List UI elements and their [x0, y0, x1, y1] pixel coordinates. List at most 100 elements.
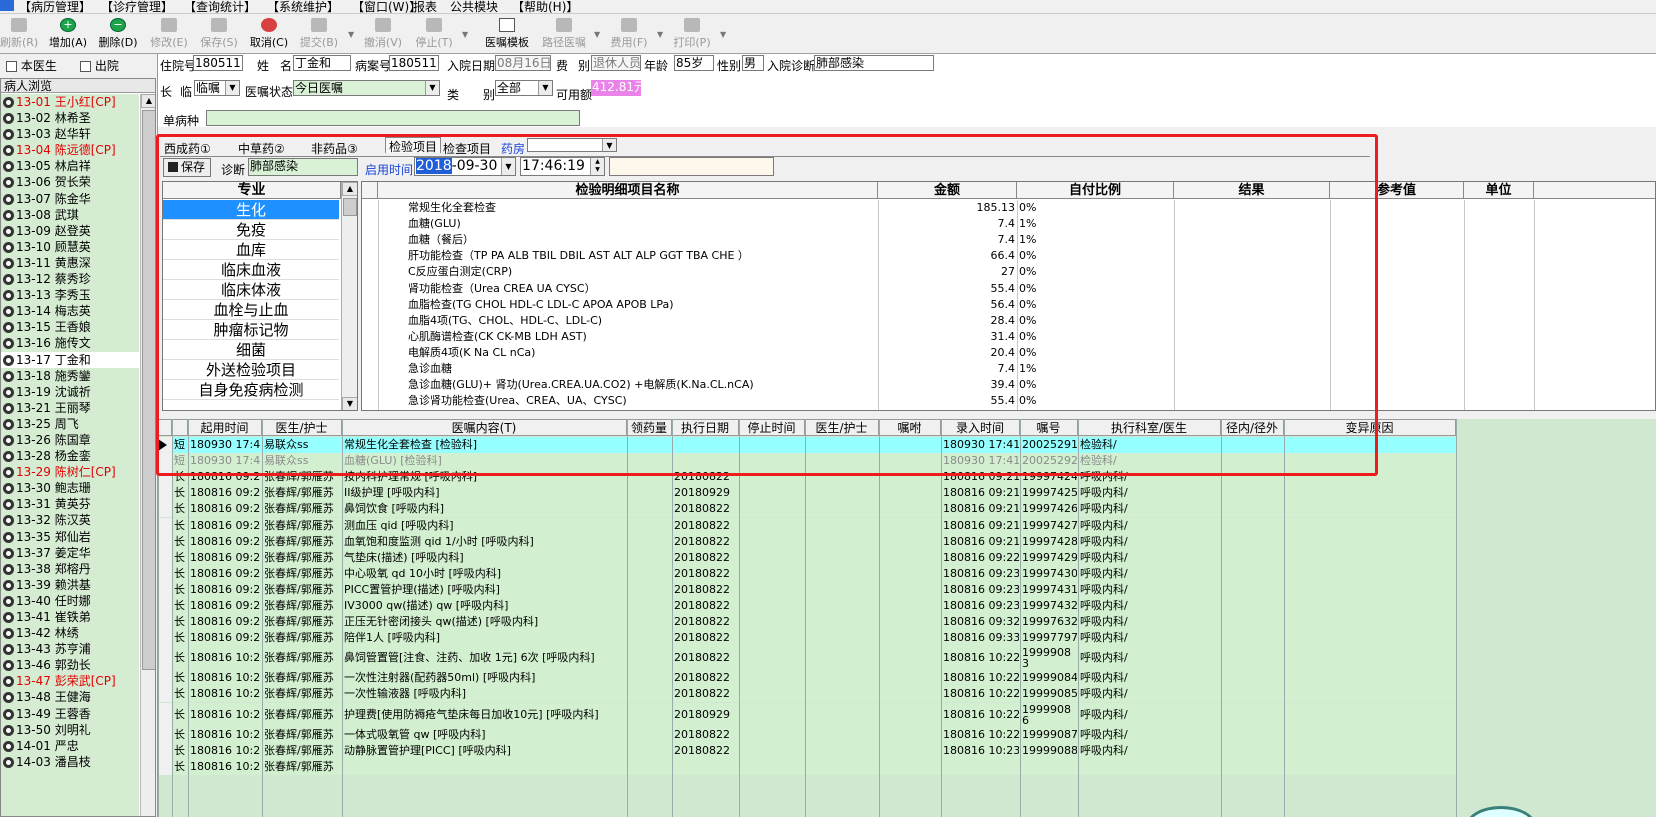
patient-list-item[interactable]: 13-35 郑仙岩: [1, 529, 139, 545]
menu-help[interactable]: 【帮助(H)】: [512, 0, 578, 13]
patient-list-item[interactable]: 13-19 沈诚祈: [1, 384, 139, 400]
patient-list-item[interactable]: 13-14 梅志英: [1, 303, 139, 319]
age-field[interactable]: 85岁: [674, 55, 714, 71]
patient-list-item[interactable]: 13-30 鲍志珊: [1, 480, 139, 496]
cancel-button[interactable]: 取消(C): [247, 15, 291, 52]
print-button[interactable]: 打印(P): [670, 15, 714, 52]
patient-list-item[interactable]: 13-17 丁金和: [1, 351, 139, 368]
fee-type-field[interactable]: 退休人员: [591, 55, 641, 71]
order-row[interactable]: 长 180816 09:20 张春辉/郭雁苏 鼻饲饮食 [呼吸内科] 20180822 1…: [158, 501, 1456, 518]
edit-button[interactable]: 修改(E): [147, 15, 191, 52]
patient-list-item[interactable]: 13-32 陈汉英: [1, 512, 139, 528]
order-row[interactable]: 长 180816 10:22 张春辉/郭雁苏 一体式吸氧管 qw [呼吸内科] 2018…: [158, 726, 1456, 743]
admit-date-field[interactable]: 08月16日: [495, 55, 551, 71]
patient-list-item[interactable]: 13-40 任时娜: [1, 593, 139, 609]
admission-no-field[interactable]: 1805111: [193, 55, 243, 71]
patient-list-item[interactable]: 13-13 李秀玉: [1, 287, 139, 303]
menu-treatment[interactable]: 【诊疗管理】: [101, 0, 173, 13]
patient-list-item[interactable]: 13-06 贺长荣: [1, 174, 139, 190]
patient-list-item[interactable]: 14-01 严忠: [1, 738, 139, 754]
order-row[interactable]: 长 180816 09:20 张春辉/郭雁苏 中心吸氧 qd 10小时 [呼吸内科] 2…: [158, 565, 1456, 582]
patient-list-item[interactable]: 13-43 苏亨浦: [1, 641, 139, 657]
chevron-down-icon[interactable]: ▼: [720, 30, 726, 39]
patient-list-item[interactable]: 13-25 周飞: [1, 416, 139, 432]
order-row[interactable]: 长 180816 09:20 张春辉/郭雁苏 血氧饱和度监测 qid 1/小时 [呼吸…: [158, 533, 1456, 550]
patient-list-item[interactable]: 13-04 陈远德[CP]: [1, 142, 139, 158]
patient-list-item[interactable]: 13-10 顾慧英: [1, 239, 139, 255]
menu-report[interactable]: 报表: [413, 0, 437, 13]
stop-button[interactable]: 停止(T): [412, 15, 456, 52]
patient-list-item[interactable]: 13-11 黄惠深: [1, 255, 139, 271]
menu-case[interactable]: 【病历管理】: [19, 0, 91, 13]
refresh-button[interactable]: 刷新(R): [0, 15, 38, 52]
patient-list-item[interactable]: 13-50 刘明礼: [1, 722, 139, 738]
order-row[interactable]: 长 180816 09:20 张春辉/郭雁苏 气垫床(描述) [呼吸内科] 201808…: [158, 549, 1456, 566]
patient-list-item[interactable]: 13-39 赖洪基: [1, 577, 139, 593]
patient-list-item[interactable]: 13-18 施秀鑾: [1, 368, 139, 384]
chevron-down-icon[interactable]: ▼: [425, 81, 439, 95]
order-row[interactable]: 长 180816 09:20 张春辉/郭雁苏 PICC置管护理(描述) [呼吸内科] 2…: [158, 581, 1456, 598]
order-row[interactable]: 长 180816 10:22 张春辉/郭雁苏 护理费[使用防褥疮气垫床每日加收10元]…: [158, 702, 1456, 727]
my-doctor-checkbox[interactable]: 本医生: [6, 57, 57, 74]
fee-button[interactable]: 费用(F): [607, 15, 651, 52]
order-row[interactable]: 长 180816 09:20 张春辉/郭雁苏 测血压 qid [呼吸内科] 201808…: [158, 517, 1456, 534]
patient-list-item[interactable]: 13-21 王丽琴: [1, 400, 139, 416]
patient-list-item[interactable]: 13-05 林启祥: [1, 158, 139, 174]
patient-list-item[interactable]: 13-29 陈树仁[CP]: [1, 464, 139, 480]
revoke-button[interactable]: 撤消(V): [361, 15, 405, 52]
order-row[interactable]: 长 180816 10:22 张春辉/郭雁苏 一次性输液器 [呼吸内科] 2018082…: [158, 686, 1456, 703]
menu-system[interactable]: 【系统维护】: [267, 0, 339, 13]
patient-list-item[interactable]: 13-37 姜定华: [1, 545, 139, 561]
single-disease-field[interactable]: [206, 110, 580, 126]
order-row[interactable]: 长 180816 10:22 张春辉/郭雁苏 一次性注射器(配药器50ml) [呼吸内…: [158, 670, 1456, 687]
patient-list-item[interactable]: 13-26 陈国章: [1, 432, 139, 448]
patient-list-item[interactable]: 13-09 赵登英: [1, 223, 139, 239]
order-row[interactable]: 长 180816 09:20 张春辉/郭雁苏 陪伴1人 [呼吸内科] 20180822 1…: [158, 630, 1456, 647]
patient-list-item[interactable]: 14-03 潘昌枝: [1, 754, 139, 770]
scroll-thumb[interactable]: [142, 110, 155, 670]
save-button[interactable]: 保存(S): [197, 15, 241, 52]
patient-list-item[interactable]: 13-41 崔铁弟: [1, 609, 139, 625]
record-no-field[interactable]: 1805111: [389, 55, 439, 71]
patient-name-field[interactable]: 丁金和: [293, 55, 351, 71]
order-row[interactable]: 长 180816 10:22 张春辉/郭雁苏 鼻饲管置管[注食、注药、加收 1元] 6…: [158, 646, 1456, 671]
menu-window[interactable]: 【窗口(W)】: [352, 0, 421, 13]
menu-public[interactable]: 公共模块: [450, 0, 498, 13]
chevron-down-icon[interactable]: ▼: [538, 81, 552, 95]
submit-button[interactable]: 提交(B): [297, 15, 341, 52]
patient-list-item[interactable]: 13-42 林绣: [1, 625, 139, 641]
sex-field[interactable]: 男: [742, 55, 764, 71]
order-row[interactable]: 长 180816 09:20 张春辉/郭雁苏 II级护理 [呼吸内科] 20180929…: [158, 485, 1456, 502]
delete-button[interactable]: − 删除(D): [95, 15, 141, 52]
path-order-button[interactable]: 路径医嘱: [537, 15, 591, 52]
order-template-button[interactable]: 医嘱模板: [480, 15, 534, 52]
discharged-checkbox[interactable]: 出院: [80, 57, 119, 74]
scroll-up-icon[interactable]: ▲: [141, 94, 155, 108]
patient-list-item[interactable]: 13-48 王健海: [1, 689, 139, 705]
order-status-select[interactable]: 今日医嘱 ▼: [293, 80, 440, 96]
patient-list-item[interactable]: 13-38 郑榕丹: [1, 561, 139, 577]
order-row[interactable]: 长 180816 10:22 张春辉/郭雁苏: [158, 758, 1456, 775]
patient-list-item[interactable]: 13-16 施传文: [1, 335, 139, 351]
chevron-down-icon[interactable]: ▼: [348, 30, 354, 39]
chevron-down-icon[interactable]: ▼: [594, 30, 600, 39]
patient-list-item[interactable]: 13-08 武琪: [1, 207, 139, 223]
patient-list-item[interactable]: 13-47 彭荣武[CP]: [1, 673, 139, 689]
menu-query[interactable]: 【查询统计】: [184, 0, 256, 13]
patient-list-item[interactable]: 13-31 黄英芬: [1, 496, 139, 512]
admission-diagnosis-field[interactable]: 肺部感染: [814, 55, 934, 71]
chevron-down-icon[interactable]: ▼: [462, 30, 468, 39]
patient-list-scrollbar[interactable]: ▲: [140, 94, 155, 816]
order-kind-select[interactable]: 临嘱 ▼: [194, 80, 240, 96]
patient-list-item[interactable]: 13-12 蔡秀珍: [1, 271, 139, 287]
order-row[interactable]: 长 180816 10:22 张春辉/郭雁苏 动静脉置管护理[PICC] [呼吸内科]…: [158, 742, 1456, 759]
patient-list-item[interactable]: 13-02 林希圣: [1, 110, 139, 126]
patient-list-item[interactable]: 13-01 王小红[CP]: [1, 94, 139, 110]
patient-list-item[interactable]: 13-46 郭劲长: [1, 657, 139, 673]
class-select[interactable]: 全部 ▼: [495, 80, 553, 96]
patient-list-item[interactable]: 13-28 杨金銮: [1, 448, 139, 464]
patient-list-item[interactable]: 13-49 王蓉香: [1, 706, 139, 722]
chevron-down-icon[interactable]: ▼: [225, 81, 239, 95]
order-row[interactable]: 长 180816 09:20 张春辉/郭雁苏 IV3000 qw(描述) qw [呼吸…: [158, 598, 1456, 615]
patient-list-item[interactable]: 13-03 赵华轩: [1, 126, 139, 142]
